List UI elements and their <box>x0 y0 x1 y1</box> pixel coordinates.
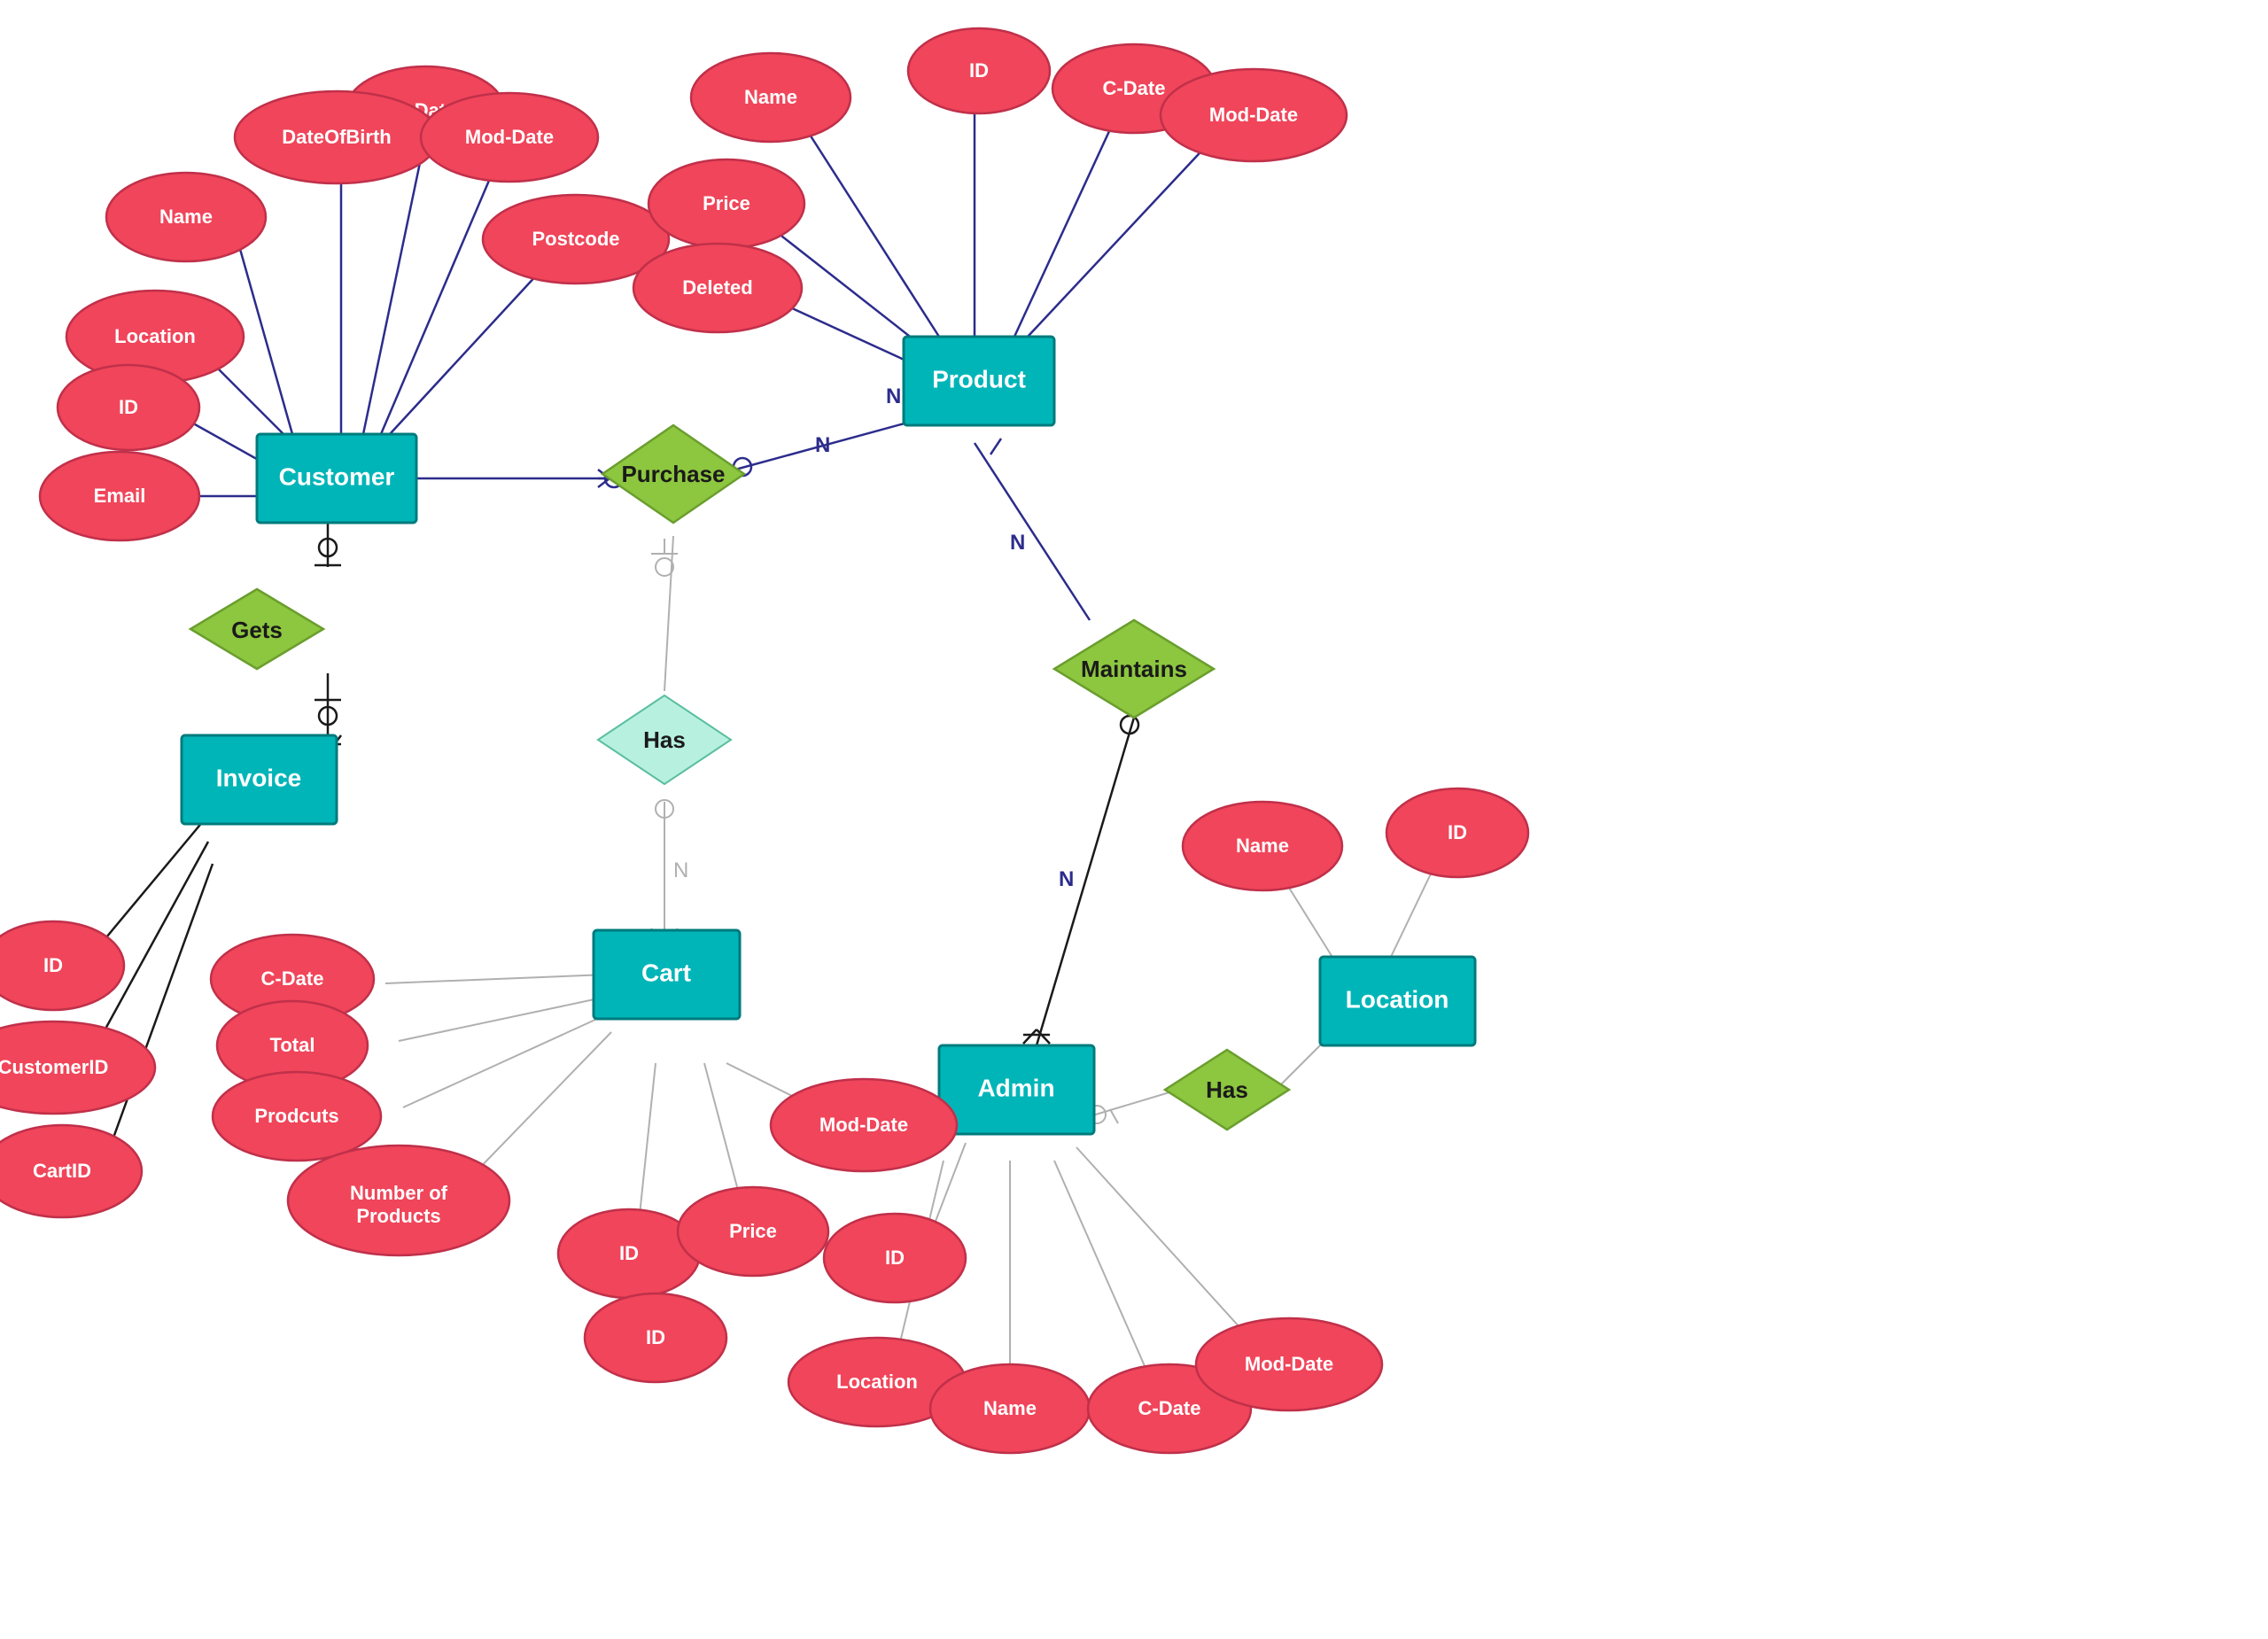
has-cart-label: Has <box>643 726 686 753</box>
customer-location-text: Location <box>114 325 196 347</box>
cart-numproducts-text2: Products <box>356 1205 440 1227</box>
svg-text:N: N <box>1059 867 1074 891</box>
admin-location-text: Location <box>836 1371 918 1393</box>
cart-moddate-text: Mod-Date <box>819 1114 908 1136</box>
svg-text:N: N <box>673 858 688 882</box>
admin-moddate-text: Mod-Date <box>1245 1353 1333 1375</box>
svg-text:N: N <box>886 385 901 408</box>
customer-label: Customer <box>279 462 395 490</box>
product-cdate-text: C-Date <box>1103 77 1166 99</box>
customer-moddate-text: Mod-Date <box>465 126 554 148</box>
gets-label: Gets <box>231 617 283 643</box>
location-name-text: Name <box>1236 835 1289 857</box>
customer-email-text: Email <box>94 485 146 507</box>
product-price-text: Price <box>703 192 750 214</box>
er-diagram: N N N N N <box>0 0 2268 1639</box>
maintains-label: Maintains <box>1081 656 1187 682</box>
product-label: Product <box>932 365 1026 392</box>
product-name-text: Name <box>744 86 797 108</box>
invoice-id-text: ID <box>43 954 63 976</box>
customer-postcode-text: Postcode <box>532 228 619 250</box>
customer-dob-text: DateOfBirth <box>282 126 391 148</box>
cart-numproducts-text1: Number of <box>350 1182 448 1204</box>
purchase-label: Purchase <box>621 461 725 487</box>
product-moddate-text: Mod-Date <box>1209 104 1298 126</box>
invoice-cartid-text: CartID <box>33 1160 91 1182</box>
admin-cdate-text: C-Date <box>1138 1397 1201 1419</box>
invoice-label: Invoice <box>216 764 301 791</box>
admin-name-text: Name <box>983 1397 1037 1419</box>
cart-products-text: Prodcuts <box>254 1105 338 1127</box>
product-deleted-text: Deleted <box>682 276 752 299</box>
svg-text:N: N <box>815 433 830 457</box>
cart-subid-text: ID <box>646 1326 665 1348</box>
admin-label: Admin <box>977 1074 1054 1101</box>
cart-id-text: ID <box>619 1242 639 1264</box>
customer-name-text: Name <box>159 206 213 228</box>
location-id-text: ID <box>1448 821 1467 843</box>
cart-label: Cart <box>641 959 691 986</box>
cart-cdate-text: C-Date <box>261 967 324 990</box>
admin-id-text: ID <box>885 1247 905 1269</box>
svg-text:N: N <box>1010 531 1025 555</box>
cart-price-text: Price <box>729 1220 777 1242</box>
customer-id-text: ID <box>119 396 138 418</box>
has-loc-label: Has <box>1206 1076 1248 1103</box>
invoice-customerid-text: CustomerID <box>0 1056 108 1078</box>
location-label: Location <box>1346 985 1449 1013</box>
cart-total-text: Total <box>270 1034 315 1056</box>
product-id-text: ID <box>969 59 989 82</box>
